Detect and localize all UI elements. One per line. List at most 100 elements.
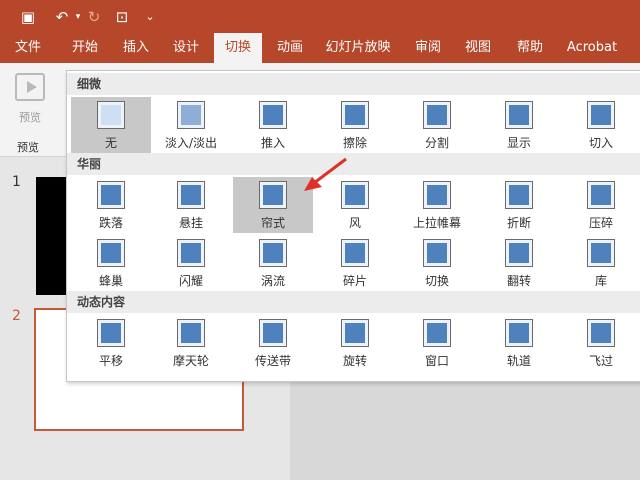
effect-label: 旋转 [342,354,367,368]
transition-none-icon [97,101,125,129]
transition-fracture[interactable]: 折断 [479,177,559,233]
tab-home[interactable]: 开始 [62,33,108,63]
effect-label: 悬挂 [178,216,203,230]
effect-label: 碎片 [342,274,367,288]
transition-drape-icon [177,181,205,209]
transition-fall-over[interactable]: 跌落 [71,177,151,233]
quick-access-toolbar: ▣ ↶ ▾ ↻ ⊡ ⌄ [0,0,640,33]
transition-reveal[interactable]: 显示 [479,97,559,153]
transition-orbit[interactable]: 轨道 [479,315,559,371]
preview-button[interactable]: 预览 [8,69,52,129]
customize-toolbar-icon[interactable]: ⌄ [140,7,160,27]
preview-icon [15,73,45,101]
effect-label: 压碎 [588,216,613,230]
effect-label: 切入 [588,136,613,150]
transition-pan[interactable]: 平移 [71,315,151,371]
transition-split[interactable]: 分割 [397,97,477,153]
transition-pan-icon [97,319,125,347]
transition-none[interactable]: 无 [71,97,151,153]
transition-crush[interactable]: 压碎 [561,177,640,233]
transition-gallery-icon [587,239,615,267]
slide-number: 2 [12,308,21,324]
transition-rotate[interactable]: 旋转 [315,315,395,371]
transition-prestige[interactable]: 上拉帷幕 [397,177,477,233]
tab-view[interactable]: 视图 [456,33,500,63]
transition-orbit-icon [505,319,533,347]
tab-review[interactable]: 审阅 [406,33,450,63]
present-from-start-icon[interactable]: ⊡ [112,7,132,27]
tab-acrobat[interactable]: Acrobat [560,33,624,63]
transition-honeycomb-icon [97,239,125,267]
transition-curtains-icon [259,181,287,209]
transition-cut[interactable]: 切入 [561,97,640,153]
transition-prestige-icon [423,181,451,209]
transition-fly-through-icon [587,319,615,347]
effect-label: 摩天轮 [172,354,209,368]
tab-design[interactable]: 设计 [164,33,208,63]
transition-rotate-icon [341,319,369,347]
transition-conveyor-icon [259,319,287,347]
tab-insert[interactable]: 插入 [114,33,158,63]
transition-flip[interactable]: 翻转 [479,235,559,291]
transition-fade-icon [177,101,205,129]
effect-label: 涡流 [260,274,285,288]
transition-fade[interactable]: 淡入/淡出 [151,97,231,153]
effect-label: 风 [348,216,361,230]
tab-slideshow[interactable]: 幻灯片放映 [322,33,394,63]
effect-label: 无 [104,136,117,150]
preview-group-label: 预览 [17,141,39,154]
effect-label: 淡入/淡出 [164,136,218,150]
transition-glitter[interactable]: 闪耀 [151,235,231,291]
transition-honeycomb[interactable]: 蜂巢 [71,235,151,291]
section-header-exciting: 华丽 [67,153,640,175]
transition-gallery: 细微 无 淡入/淡出 推入 擦除 分割 显示 切入 华丽 跌落 悬挂 帘式 风 … [66,70,640,382]
transition-glitter-icon [177,239,205,267]
transition-switch[interactable]: 切换 [397,235,477,291]
save-icon[interactable]: ▣ [18,7,38,27]
section-header-subtle: 细微 [67,73,640,95]
transition-switch-icon [423,239,451,267]
effect-label: 帘式 [260,216,285,230]
transition-push-icon [259,101,287,129]
effect-label: 切换 [424,274,449,288]
tab-file[interactable]: 文件 [6,33,50,63]
transition-conveyor[interactable]: 传送带 [233,315,313,371]
transition-gallery[interactable]: 库 [561,235,640,291]
transition-shred[interactable]: 碎片 [315,235,395,291]
tab-help[interactable]: 帮助 [508,33,552,63]
transition-reveal-icon [505,101,533,129]
transition-window[interactable]: 窗口 [397,315,477,371]
effect-label: 擦除 [342,136,367,150]
tab-animations[interactable]: 动画 [268,33,312,63]
effect-label: 平移 [98,354,123,368]
effect-label: 轨道 [506,354,531,368]
effect-label: 折断 [506,216,531,230]
transition-wipe[interactable]: 擦除 [315,97,395,153]
ribbon-tabs: 文件 开始 插入 设计 切换 动画 幻灯片放映 审阅 视图 帮助 Acrobat [0,33,640,63]
tab-transitions[interactable]: 切换 [214,33,262,63]
transition-ferris-wheel[interactable]: 摩天轮 [151,315,231,371]
transition-vortex[interactable]: 涡流 [233,235,313,291]
effect-label: 闪耀 [178,274,203,288]
transition-ferris-wheel-icon [177,319,205,347]
effect-label: 跌落 [98,216,123,230]
transition-flip-icon [505,239,533,267]
slide-number: 1 [12,174,21,190]
transition-fracture-icon [505,181,533,209]
transition-cut-icon [587,101,615,129]
effect-label: 显示 [506,136,531,150]
transition-crush-icon [587,181,615,209]
effect-label: 飞过 [588,354,613,368]
transition-split-icon [423,101,451,129]
transition-push[interactable]: 推入 [233,97,313,153]
effect-label: 传送带 [254,354,291,368]
annotation-arrow-icon [304,157,347,191]
effect-label: 上拉帷幕 [412,216,461,230]
effect-label: 窗口 [424,354,449,368]
transition-fly-through[interactable]: 飞过 [561,315,640,371]
effect-label: 推入 [260,136,285,150]
effect-label: 翻转 [506,274,531,288]
effect-label: 蜂巢 [98,274,123,288]
transition-window-icon [423,319,451,347]
transition-drape[interactable]: 悬挂 [151,177,231,233]
